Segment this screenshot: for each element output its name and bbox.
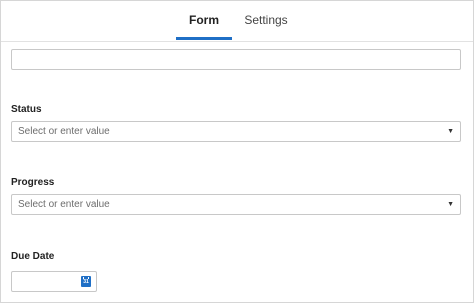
- tab-settings-label: Settings: [244, 13, 288, 27]
- status-placeholder: Select or enter value: [18, 126, 110, 137]
- active-tab-indicator: [176, 37, 232, 40]
- tab-settings[interactable]: Settings: [238, 1, 294, 39]
- due-date-input[interactable]: 31: [11, 271, 97, 292]
- progress-label: Progress: [11, 177, 55, 188]
- tab-bar: Form Settings: [1, 1, 473, 42]
- progress-combobox[interactable]: Select or enter value ▼: [11, 194, 461, 215]
- calendar-ring: [83, 277, 84, 279]
- progress-placeholder: Select or enter value: [18, 199, 110, 210]
- status-label: Status: [11, 104, 42, 115]
- form-panel: Form Settings Status Select or enter val…: [0, 0, 474, 303]
- calendar-icon[interactable]: 31: [81, 276, 91, 287]
- due-date-label: Due Date: [11, 251, 55, 262]
- calendar-ring: [88, 277, 89, 279]
- chevron-down-icon[interactable]: ▼: [447, 195, 454, 214]
- calendar-day: 31: [83, 279, 89, 285]
- text-field[interactable]: [11, 49, 461, 70]
- tab-form[interactable]: Form: [176, 1, 232, 40]
- tab-form-label: Form: [189, 13, 219, 27]
- chevron-down-icon[interactable]: ▼: [447, 122, 454, 141]
- status-combobox[interactable]: Select or enter value ▼: [11, 121, 461, 142]
